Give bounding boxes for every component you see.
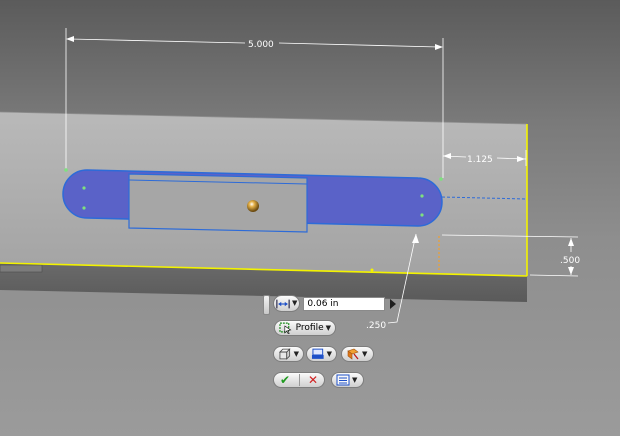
edge-midpoint-marker bbox=[370, 268, 374, 272]
output-select-button[interactable]: ▼ bbox=[306, 346, 337, 362]
distance-input[interactable]: 0.06 in bbox=[303, 296, 386, 311]
options-menu-button[interactable]: ▼ bbox=[331, 372, 364, 388]
sketch-point[interactable] bbox=[82, 206, 86, 210]
dimension-text-edge-offset[interactable]: 1.125 bbox=[467, 155, 493, 165]
solid-select-button[interactable]: ▼ bbox=[273, 346, 304, 362]
mini-toolbar-row-commit: ✔ ✕ ▼ bbox=[273, 372, 364, 388]
ok-button[interactable]: ✔ bbox=[280, 374, 290, 386]
slot-inner-region[interactable] bbox=[128, 173, 308, 233]
mini-toolbar-row-distance: ▼ 0.06 in bbox=[273, 295, 397, 312]
chevron-down-icon: ▼ bbox=[292, 299, 298, 307]
options-menu-icon bbox=[336, 374, 350, 386]
dimension-text-radius[interactable]: .250 bbox=[366, 321, 386, 331]
sketch-point[interactable] bbox=[420, 213, 424, 217]
profile-select-button[interactable]: Profile ▼ bbox=[274, 320, 336, 336]
chevron-down-icon: ▼ bbox=[326, 349, 332, 358]
chevron-down-icon: ▼ bbox=[325, 323, 331, 332]
chevron-down-icon: ▼ bbox=[362, 349, 368, 358]
distance-arrows-icon bbox=[276, 299, 290, 308]
direction-select-button[interactable]: ▼ bbox=[341, 346, 374, 362]
mini-toolbar-grip[interactable] bbox=[263, 295, 270, 315]
plate-left-notch bbox=[0, 264, 43, 273]
profile-label: Profile bbox=[295, 323, 324, 333]
mini-toolbar-row-output: ▼ ▼ ▼ bbox=[273, 346, 374, 362]
distance-mode-button[interactable]: ▼ bbox=[273, 295, 301, 312]
sketch-point[interactable] bbox=[82, 186, 86, 190]
direction-flip-icon bbox=[347, 348, 359, 360]
mini-toolbar-row-profile: Profile ▼ bbox=[274, 320, 336, 336]
dimension-text-height-offset[interactable]: .500 bbox=[560, 256, 580, 266]
profile-select-icon bbox=[279, 322, 292, 334]
expand-arrow-icon[interactable] bbox=[390, 298, 397, 309]
graphics-viewport[interactable]: 5.000 1.125 .500 .250 ▼ 0.06 in Profile … bbox=[0, 0, 620, 436]
ok-cancel-divider bbox=[298, 374, 300, 386]
center-point-icon[interactable] bbox=[247, 200, 259, 212]
cancel-button[interactable]: ✕ bbox=[308, 374, 318, 386]
model-scene[interactable]: 5.000 1.125 .500 .250 bbox=[0, 0, 620, 436]
ok-cancel-group: ✔ ✕ bbox=[273, 372, 325, 388]
output-surface-icon bbox=[311, 348, 324, 359]
solid-cube-icon bbox=[279, 348, 291, 360]
dimension-text-overall-length[interactable]: 5.000 bbox=[248, 40, 274, 50]
sketch-point[interactable] bbox=[420, 194, 424, 198]
chevron-down-icon: ▼ bbox=[352, 375, 358, 384]
chevron-down-icon: ▼ bbox=[293, 349, 299, 358]
